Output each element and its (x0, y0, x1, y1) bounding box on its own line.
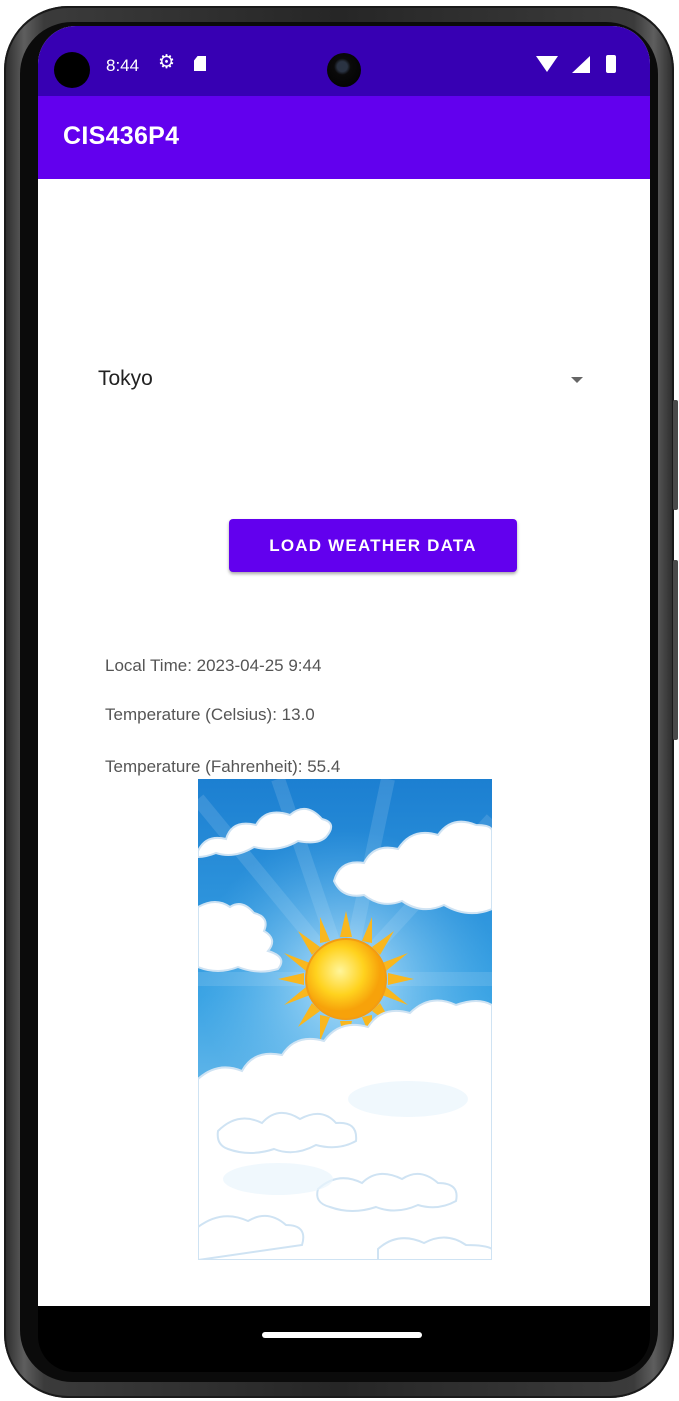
dropdown-arrow-icon (571, 377, 583, 383)
app-bar: CIS436P4 (38, 96, 650, 179)
temperature-celsius-text: Temperature (Celsius): 13.0 (105, 705, 315, 724)
sd-card-icon (194, 56, 206, 71)
phone-mockup: 8:44 ⚙ CIS436P4 Tokyo LOAD WEATHER DATA … (0, 0, 679, 1401)
navigation-bar (38, 1306, 650, 1372)
wifi-icon (536, 56, 558, 72)
power-button (673, 560, 678, 740)
city-spinner[interactable]: Tokyo (98, 361, 588, 401)
local-time-text: Local Time: 2023-04-25 9:44 (105, 656, 322, 675)
load-weather-button[interactable]: LOAD WEATHER DATA (229, 519, 517, 572)
temperature-fahrenheit-text: Temperature (Fahrenheit): 55.4 (105, 757, 341, 776)
volume-button (673, 400, 678, 510)
home-gesture-handle[interactable] (262, 1332, 422, 1338)
app-screen: 8:44 ⚙ CIS436P4 Tokyo LOAD WEATHER DATA … (38, 26, 650, 1332)
spinner-selected-value: Tokyo (98, 367, 153, 390)
status-bar: 8:44 ⚙ (38, 26, 650, 96)
gear-icon: ⚙ (158, 52, 176, 73)
battery-icon (606, 55, 616, 73)
signal-icon (572, 56, 590, 73)
weather-image (198, 779, 492, 1260)
screen-cutout (54, 52, 90, 88)
status-time: 8:44 (106, 56, 140, 75)
front-camera (327, 53, 361, 87)
app-title: CIS436P4 (63, 122, 180, 150)
